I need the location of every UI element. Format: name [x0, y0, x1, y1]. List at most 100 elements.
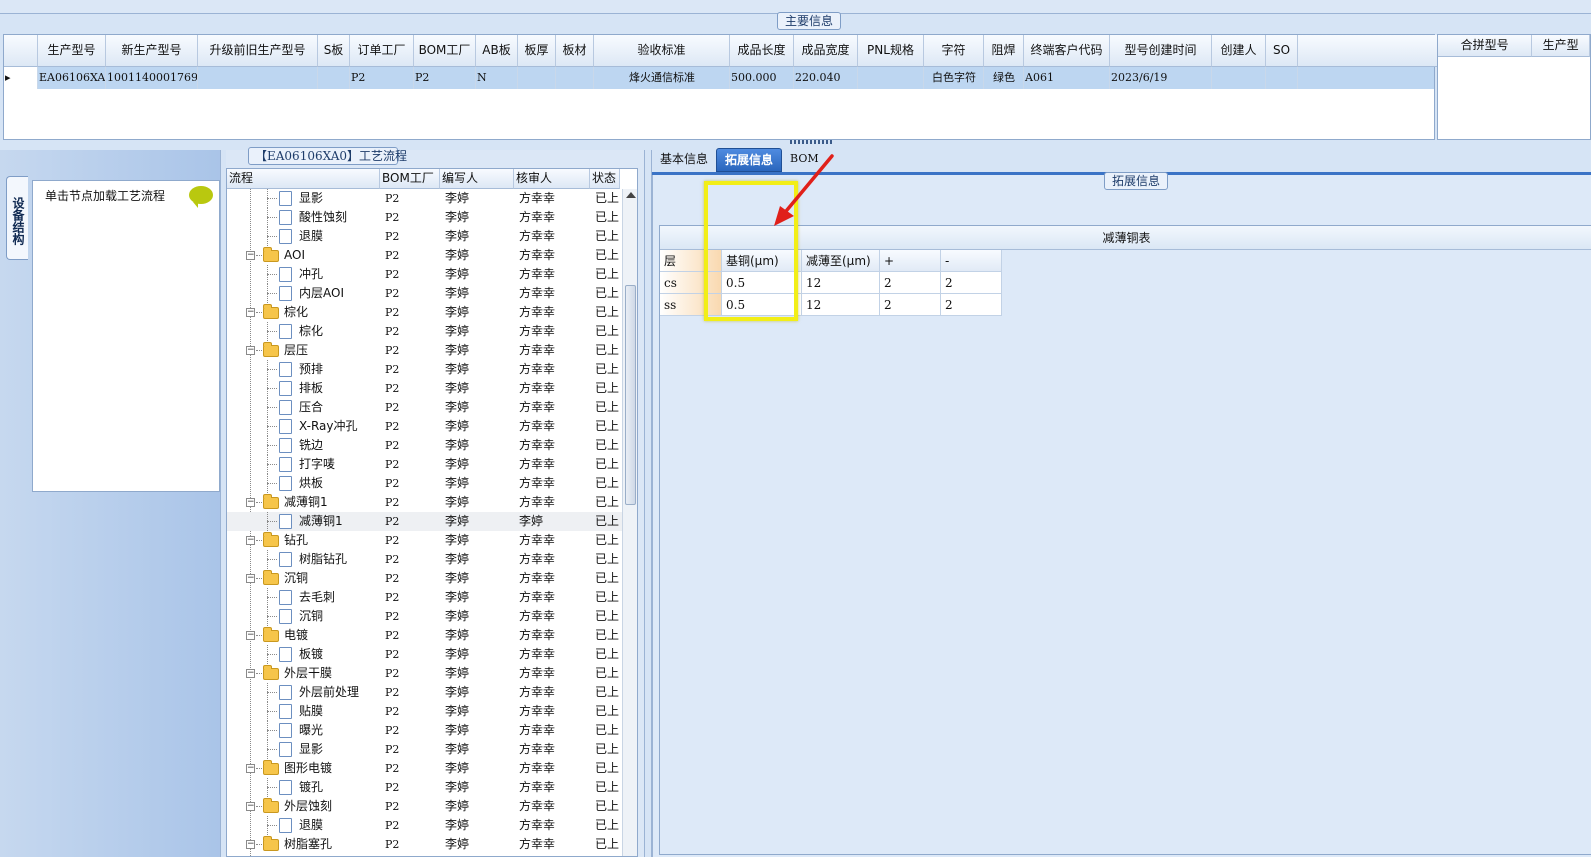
collapse-icon[interactable]: −: [246, 536, 255, 545]
process-row[interactable]: 排板 P2 李婷 方幸幸 已上R: [227, 379, 622, 398]
main-cell[interactable]: N: [476, 67, 518, 89]
main-cell[interactable]: P2: [350, 67, 414, 89]
collapse-icon[interactable]: −: [246, 669, 255, 678]
scroll-thumb[interactable]: [625, 285, 636, 505]
main-cell[interactable]: EA06106XA0: [38, 67, 106, 89]
process-row[interactable]: 外层前处理 P2 李婷 方幸幸 已上R: [227, 683, 622, 702]
process-col-header[interactable]: 状态: [590, 169, 620, 189]
main-cell[interactable]: [198, 67, 318, 89]
scroll-up-icon[interactable]: [626, 192, 636, 198]
process-row[interactable]: 显影 P2 李婷 方幸幸 已上R: [227, 740, 622, 759]
collapse-icon[interactable]: −: [246, 574, 255, 583]
thinning-cell[interactable]: 2: [941, 294, 1002, 316]
collapse-icon[interactable]: −: [246, 308, 255, 317]
process-row[interactable]: − 棕化 P2 李婷 方幸幸 已上R: [227, 303, 622, 322]
process-row[interactable]: − 外层干膜 P2 李婷 方幸幸 已上R: [227, 664, 622, 683]
main-col-header[interactable]: 字符: [924, 35, 984, 67]
merge-col-header[interactable]: 生产型: [1532, 35, 1590, 57]
process-row[interactable]: X-Ray冲孔 P2 李婷 方幸幸 已上R: [227, 417, 622, 436]
thinning-col-header[interactable]: 减薄至(μm): [802, 250, 880, 272]
main-col-header[interactable]: 升级前旧生产型号: [198, 35, 318, 67]
process-row[interactable]: − 层压 P2 李婷 方幸幸 已上R: [227, 341, 622, 360]
main-cell[interactable]: A061: [1024, 67, 1110, 89]
main-cell[interactable]: 烽火通信标准: [594, 67, 730, 89]
process-row[interactable]: 退膜 P2 李婷 方幸幸 已上R: [227, 816, 622, 835]
collapse-icon[interactable]: −: [246, 498, 255, 507]
main-cell[interactable]: 500.000: [730, 67, 794, 89]
process-row[interactable]: 曝光 P2 李婷 方幸幸 已上R: [227, 721, 622, 740]
process-row[interactable]: 酸性蚀刻 P2 李婷 方幸幸 已上R: [227, 208, 622, 227]
process-row[interactable]: 内层AOI P2 李婷 方幸幸 已上R: [227, 284, 622, 303]
process-row[interactable]: 冲孔 P2 李婷 方幸幸 已上R: [227, 265, 622, 284]
main-col-header[interactable]: 验收标准: [594, 35, 730, 67]
main-col-header[interactable]: 成品长度: [730, 35, 794, 67]
main-cell[interactable]: [518, 67, 556, 89]
main-cell[interactable]: 10011400017698: [106, 67, 198, 89]
main-cell[interactable]: 白色字符: [924, 67, 984, 89]
collapse-icon[interactable]: −: [246, 346, 255, 355]
main-col-header[interactable]: S板: [318, 35, 350, 67]
main-col-header[interactable]: PNL规格: [858, 35, 924, 67]
collapse-icon[interactable]: −: [246, 840, 255, 849]
main-cell[interactable]: 2023/6/19: [1110, 67, 1212, 89]
middle-splitter[interactable]: [644, 150, 652, 857]
main-col-header[interactable]: 成品宽度: [794, 35, 858, 67]
process-row[interactable]: 棕化 P2 李婷 方幸幸 已上R: [227, 322, 622, 341]
process-col-header[interactable]: BOM工厂: [380, 169, 440, 189]
process-row[interactable]: 退膜 P2 李婷 方幸幸 已上R: [227, 227, 622, 246]
main-col-header[interactable]: 终端客户代码: [1024, 35, 1110, 67]
process-row[interactable]: − AOI P2 李婷 方幸幸 已上R: [227, 246, 622, 265]
process-col-header[interactable]: 流程: [227, 169, 380, 189]
process-row[interactable]: 去毛刺 P2 李婷 方幸幸 已上R: [227, 588, 622, 607]
process-row[interactable]: 镀孔 P2 李婷 方幸幸 已上R: [227, 778, 622, 797]
process-row[interactable]: 压合 P2 李婷 方幸幸 已上R: [227, 398, 622, 417]
process-row[interactable]: − 钻孔 P2 李婷 方幸幸 已上R: [227, 531, 622, 550]
main-cell[interactable]: P2: [414, 67, 476, 89]
process-row[interactable]: 板镀 P2 李婷 方幸幸 已上R: [227, 645, 622, 664]
main-cell[interactable]: [1212, 67, 1266, 89]
process-col-header[interactable]: 核审人: [514, 169, 590, 189]
process-scrollbar[interactable]: [622, 189, 637, 856]
main-cell[interactable]: 绿色: [984, 67, 1024, 89]
tab-basic-info[interactable]: 基本信息: [652, 148, 716, 172]
thinning-cell[interactable]: 2: [880, 294, 941, 316]
process-row[interactable]: 树脂钻孔 P2 李婷 方幸幸 已上R: [227, 550, 622, 569]
thinning-cell[interactable]: 2: [880, 272, 941, 294]
process-col-header[interactable]: 编写人: [440, 169, 514, 189]
main-col-header[interactable]: 新生产型号: [106, 35, 198, 67]
process-row[interactable]: 预排 P2 李婷 方幸幸 已上R: [227, 360, 622, 379]
process-row[interactable]: − 外层蚀刻 P2 李婷 方幸幸 已上R: [227, 797, 622, 816]
main-grid-row[interactable]: ▸ EA06106XA0 10011400017698 P2 P2 N 烽火通信标准 500.…: [4, 67, 1434, 89]
process-row[interactable]: − 减薄铜1 P2 李婷 方幸幸 已上R: [227, 493, 622, 512]
main-col-header[interactable]: 创建人: [1212, 35, 1266, 67]
splitter-handle-top[interactable]: [790, 140, 832, 144]
process-row[interactable]: 打字唛 P2 李婷 方幸幸 已上R: [227, 455, 622, 474]
process-row[interactable]: 烘板 P2 李婷 方幸幸 已上R: [227, 474, 622, 493]
main-cell[interactable]: [1266, 67, 1298, 89]
row-indicator-cell[interactable]: ▸: [4, 67, 38, 89]
thinning-cell[interactable]: 12: [802, 294, 880, 316]
thinning-cell[interactable]: 2: [941, 272, 1002, 294]
main-col-header[interactable]: 板材: [556, 35, 594, 67]
main-col-header[interactable]: 板厚: [518, 35, 556, 67]
main-col-header[interactable]: AB板: [476, 35, 518, 67]
collapse-icon[interactable]: −: [246, 251, 255, 260]
process-row[interactable]: 铣边 P2 李婷 方幸幸 已上R: [227, 436, 622, 455]
thinning-col-header[interactable]: -: [941, 250, 1002, 272]
process-row[interactable]: 沉铜 P2 李婷 方幸幸 已上R: [227, 607, 622, 626]
main-col-header[interactable]: 阻焊: [984, 35, 1024, 67]
main-col-header[interactable]: 型号创建时间: [1110, 35, 1212, 67]
process-row[interactable]: 减薄铜1 P2 李婷 李婷 已上R: [227, 512, 622, 531]
collapse-icon[interactable]: −: [246, 802, 255, 811]
process-row[interactable]: − 树脂塞孔 P2 李婷 方幸幸 已上R: [227, 835, 622, 854]
collapse-icon[interactable]: −: [246, 764, 255, 773]
process-row[interactable]: 显影 P2 李婷 方幸幸 已上R: [227, 189, 622, 208]
process-row[interactable]: 贴膜 P2 李婷 方幸幸 已上R: [227, 702, 622, 721]
main-cell[interactable]: [318, 67, 350, 89]
main-cell[interactable]: [858, 67, 924, 89]
main-cell[interactable]: [556, 67, 594, 89]
thinning-col-header[interactable]: +: [880, 250, 941, 272]
side-tab-equipment-structure[interactable]: 设备结构: [6, 176, 28, 260]
process-row[interactable]: − 图形电镀 P2 李婷 方幸幸 已上R: [227, 759, 622, 778]
thinning-cell[interactable]: 12: [802, 272, 880, 294]
